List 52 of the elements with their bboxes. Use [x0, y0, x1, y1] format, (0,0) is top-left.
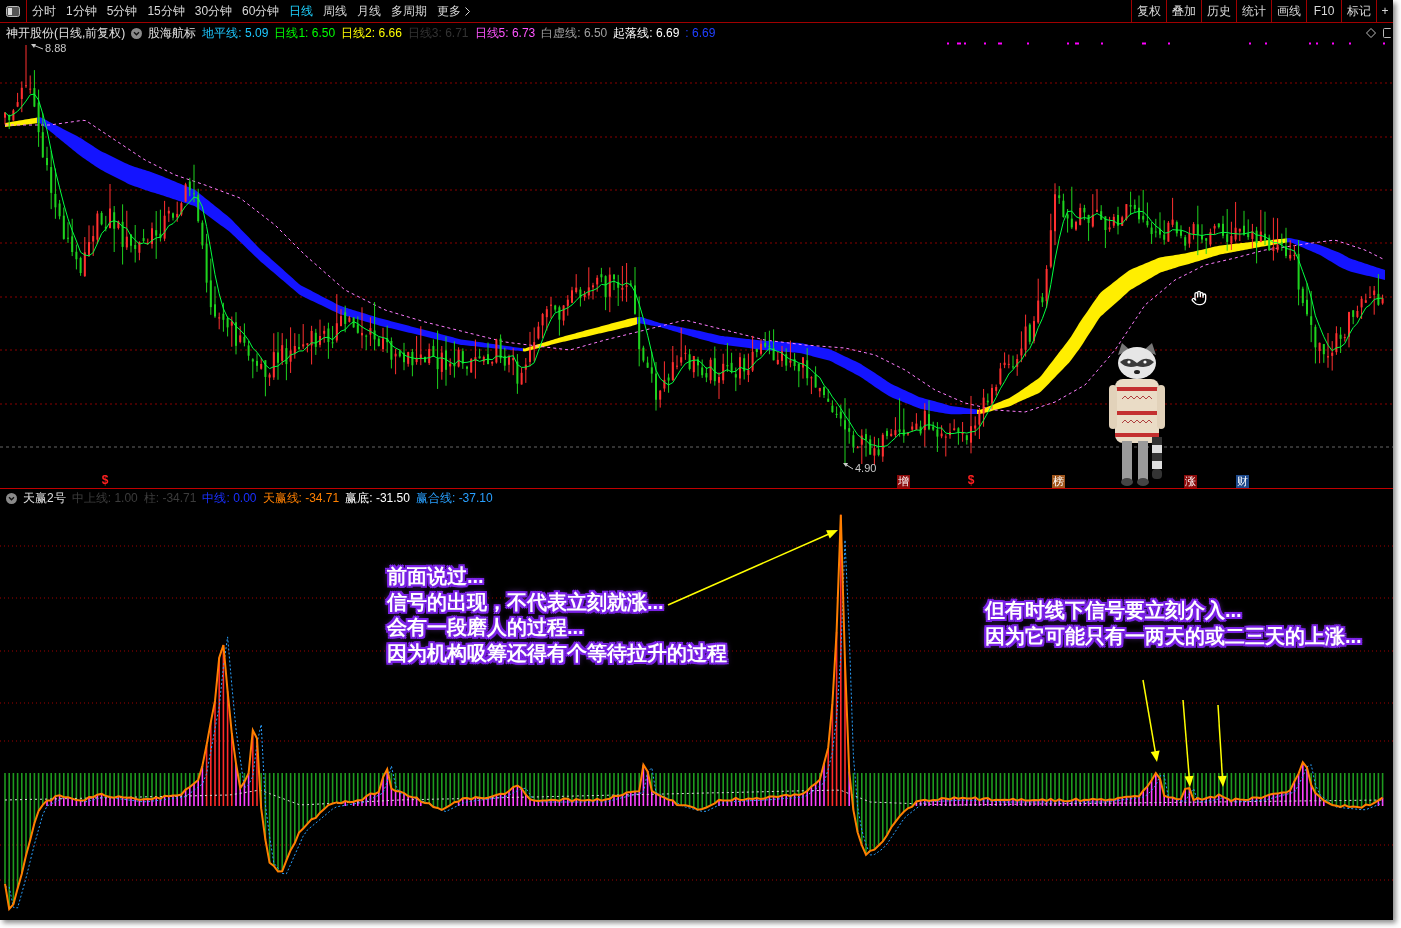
annotation-text: 前面说过... 信号的出现，不代表立刻就涨... 会有一段磨人的过程... 因为机构吸筹还得有个等待拉升的过程 [387, 564, 727, 667]
toolbar-tool-button[interactable]: 标记 [1341, 0, 1376, 22]
chevron-down-icon[interactable] [6, 492, 17, 504]
event-tag: 增 [897, 475, 910, 488]
event-tag: 财 [1236, 475, 1249, 488]
toolbar-tool-button[interactable]: 历史 [1201, 0, 1236, 22]
legend-value: 白虚线: 6.50 [541, 25, 608, 41]
toolbar-tool-button[interactable]: 统计 [1236, 0, 1271, 22]
chart-title: 神开股份(日线,前复权) [6, 25, 126, 41]
period-tab[interactable]: 30分钟 [194, 3, 233, 19]
legend-value: 日线1: 6.50 [274, 25, 336, 41]
low-price-leader-line [843, 463, 854, 470]
more-button[interactable]: 更多 [437, 3, 471, 19]
hand-cursor-icon [1191, 290, 1207, 306]
sidebar-toggle-icon [6, 5, 20, 17]
chevron-right-icon [465, 6, 471, 16]
legend-value: 日线5: 6.73 [474, 25, 536, 41]
toolbar-tool-button[interactable]: + [1376, 0, 1393, 22]
legend-value: 天赢线: -34.71 [262, 490, 340, 506]
signal-marker: $ [966, 474, 976, 487]
legend-value: 柱: -34.71 [143, 490, 197, 506]
legend-value: 赢合线: -37.10 [415, 490, 493, 506]
high-price-label: 8.88 [45, 42, 67, 55]
legend-value: 起落线: 6.69 [613, 25, 680, 41]
legend-value: 赢底: -31.50 [345, 490, 410, 506]
chevron-down-icon[interactable] [131, 27, 143, 39]
indicator-name: 股海航标 [148, 25, 197, 41]
toolbar-tool-button[interactable]: 叠加 [1166, 0, 1201, 22]
period-tab[interactable]: 1分钟 [66, 3, 97, 19]
annotation-text: 但有时线下信号要立刻介入... 因为它可能只有一两天的或二三天的上涨... [985, 598, 1362, 649]
period-tab[interactable]: 周线 [323, 3, 348, 19]
high-price-leader-line [31, 44, 44, 50]
period-tab[interactable]: 5分钟 [106, 3, 138, 19]
period-tab[interactable]: 15分钟 [147, 3, 185, 19]
signal-marker: $ [100, 474, 110, 487]
low-price-label: 4.90 [855, 462, 877, 475]
period-tab[interactable]: 多周期 [391, 3, 428, 19]
legend-value: 地平线: 5.09 [202, 25, 269, 41]
toolbar-tool-button[interactable]: 复权 [1131, 0, 1166, 22]
period-tab[interactable]: 60分钟 [242, 3, 280, 19]
period-tab[interactable]: 分时 [32, 3, 56, 19]
period-tab[interactable]: 月线 [357, 3, 382, 19]
toolbar-tool-button[interactable]: F10 [1306, 0, 1341, 22]
toolbar-tool-button[interactable]: 画线 [1271, 0, 1306, 22]
legend-value: : 6.69 [685, 25, 716, 41]
legend-value: 日线2: 6.66 [341, 25, 402, 41]
event-tag: 涨 [1184, 475, 1197, 488]
period-tab[interactable]: 日线 [289, 3, 314, 19]
indicator-name: 天赢2号 [23, 490, 66, 506]
legend-value: 中线: 0.00 [202, 490, 257, 506]
diamond-icon[interactable] [1366, 28, 1376, 38]
event-tag: 榜 [1052, 475, 1065, 488]
